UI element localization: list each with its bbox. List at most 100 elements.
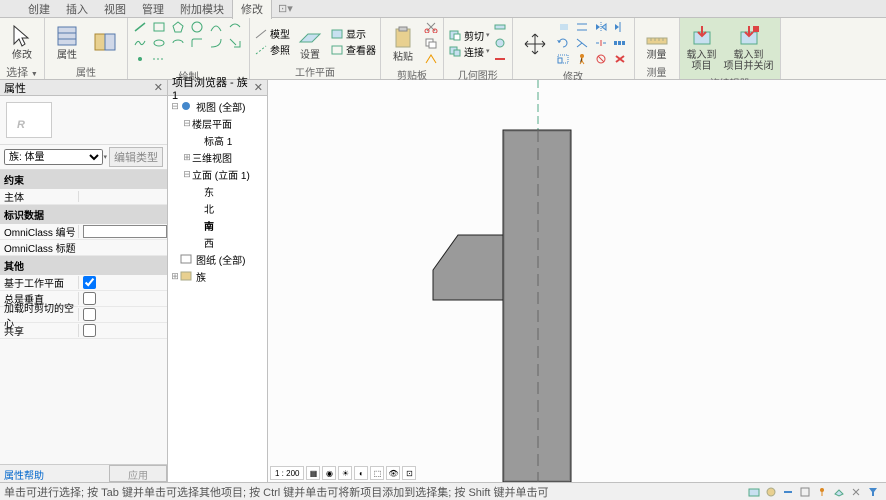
detail-level-icon[interactable]: ▦ <box>306 466 320 480</box>
filter-icon[interactable] <box>866 485 880 499</box>
select-pinned-icon[interactable] <box>815 485 829 499</box>
shadows-icon[interactable]: ◐ <box>354 466 368 480</box>
tree-elevations[interactable]: ⊟立面 (立面 1) <box>170 166 265 183</box>
tab-insert[interactable]: 插入 <box>58 0 96 19</box>
scale-button[interactable]: 1 : 200 <box>270 466 304 480</box>
identity-section[interactable]: 标识数据 <box>0 205 167 224</box>
tree-floor-plans[interactable]: ⊟楼层平面 <box>170 115 265 132</box>
offset-icon[interactable] <box>574 20 590 34</box>
tree-north[interactable]: 北 <box>170 200 265 217</box>
crop-icon[interactable]: ⬚ <box>370 466 384 480</box>
properties-close-icon[interactable]: ✕ <box>154 81 163 94</box>
reveal-icon[interactable]: ⊡ <box>402 466 416 480</box>
tree-3d-views[interactable]: ⊞三维视图 <box>170 149 265 166</box>
point-icon[interactable] <box>132 52 148 66</box>
ref-icon[interactable] <box>151 52 167 66</box>
arc-icon[interactable] <box>208 20 224 34</box>
tree-views[interactable]: ⊟视图 (全部) <box>170 98 265 115</box>
ribbon-minimize-icon[interactable]: ⊡▾ <box>278 2 292 16</box>
cut-voids-checkbox[interactable] <box>83 308 96 321</box>
tree-families[interactable]: ⊞族 <box>170 268 265 285</box>
fillet-icon[interactable] <box>189 36 205 50</box>
align-icon[interactable] <box>555 20 571 34</box>
workplane-based-checkbox[interactable] <box>83 276 96 289</box>
unpin-icon[interactable] <box>593 52 609 66</box>
array-icon[interactable] <box>612 36 628 50</box>
model-line-button[interactable]: 模型 <box>254 26 290 41</box>
demolish-icon[interactable] <box>492 52 508 66</box>
select-links-icon[interactable] <box>781 485 795 499</box>
bracket-shape[interactable] <box>433 235 503 300</box>
select-face-icon[interactable] <box>832 485 846 499</box>
properties-palette-button[interactable]: 属性 <box>49 20 85 63</box>
host-input[interactable] <box>83 191 167 202</box>
scale-icon[interactable] <box>555 52 571 66</box>
rotate-icon[interactable] <box>555 36 571 50</box>
constraints-section[interactable]: 约束 <box>0 170 167 189</box>
select-dropdown[interactable]: 选择 ▼ <box>4 63 40 81</box>
load-into-project-button[interactable]: 载入到 项目 <box>684 20 720 74</box>
measure-button[interactable]: 测量 <box>639 20 675 63</box>
tab-addins[interactable]: 附加模块 <box>172 0 232 19</box>
select-underlay-icon[interactable] <box>798 485 812 499</box>
family-types-button[interactable] <box>87 26 123 58</box>
load-close-button[interactable]: 载入到 项目并关闭 <box>722 20 776 74</box>
ref-line-button[interactable]: 参照 <box>254 42 290 57</box>
set-workplane-button[interactable]: 设置 <box>292 20 328 63</box>
tab-modify[interactable]: 修改 <box>232 0 272 19</box>
modify-button[interactable]: 修改 <box>4 20 40 63</box>
edit-type-button[interactable]: 编辑类型 <box>109 147 163 167</box>
ellipse-icon[interactable] <box>151 36 167 50</box>
canvas[interactable]: 1 : 200 ▦ ◉ ☀ ◐ ⬚ 👁 ⊡ <box>268 80 886 482</box>
mirror2-icon[interactable] <box>612 20 628 34</box>
tab-manage[interactable]: 管理 <box>134 0 172 19</box>
worksets-icon[interactable] <box>747 485 761 499</box>
spline-icon[interactable] <box>132 36 148 50</box>
circle-icon[interactable] <box>189 20 205 34</box>
line-icon[interactable] <box>132 20 148 34</box>
split-face-icon[interactable] <box>492 36 508 50</box>
tree-sheets[interactable]: 图纸 (全部) <box>170 251 265 268</box>
delete-icon[interactable] <box>612 52 628 66</box>
browser-close-icon[interactable]: ✕ <box>254 81 263 94</box>
always-vertical-checkbox[interactable] <box>83 292 96 305</box>
tab-create[interactable]: 创建 <box>20 0 58 19</box>
tree-east[interactable]: 东 <box>170 183 265 200</box>
hide-icon[interactable]: 👁 <box>386 466 400 480</box>
trim-icon[interactable] <box>574 36 590 50</box>
sun-path-icon[interactable]: ☀ <box>338 466 352 480</box>
shared-checkbox[interactable] <box>83 324 96 337</box>
pick-line-icon[interactable] <box>227 36 243 50</box>
properties-help-link[interactable]: 属性帮助 <box>0 465 109 482</box>
cut-geometry-button[interactable]: 剪切 ▾ <box>448 28 490 43</box>
move-button[interactable] <box>517 28 553 60</box>
match-icon[interactable] <box>423 52 439 66</box>
pin-icon[interactable] <box>574 52 590 66</box>
mirror-icon[interactable] <box>593 20 609 34</box>
cope-icon[interactable] <box>492 20 508 34</box>
show-workplane-button[interactable]: 显示 <box>330 26 376 41</box>
rect-icon[interactable] <box>151 20 167 34</box>
tree-south[interactable]: 南 <box>170 217 265 234</box>
viewer-button[interactable]: 查看器 <box>330 42 376 57</box>
paste-button[interactable]: 粘贴 <box>385 22 421 65</box>
split-icon[interactable] <box>593 36 609 50</box>
tree-west[interactable]: 西 <box>170 234 265 251</box>
family-type-select[interactable]: 族: 体量 <box>4 149 103 165</box>
half-ellipse-icon[interactable] <box>170 36 186 50</box>
omni-number-input[interactable] <box>83 225 167 238</box>
tree-level1[interactable]: 标高 1 <box>170 132 265 149</box>
cut-icon[interactable] <box>423 20 439 34</box>
svg-text:R: R <box>17 119 25 131</box>
arc2-icon[interactable] <box>227 20 243 34</box>
polygon-icon[interactable] <box>170 20 186 34</box>
join-geometry-button[interactable]: 连接 ▾ <box>448 44 490 59</box>
editable-only-icon[interactable] <box>764 485 778 499</box>
copy-icon[interactable] <box>423 36 439 50</box>
tangent-arc-icon[interactable] <box>208 36 224 50</box>
other-section[interactable]: 其他 <box>0 256 167 275</box>
apply-button[interactable]: 应用 <box>109 465 167 482</box>
tab-view[interactable]: 视图 <box>96 0 134 19</box>
drag-icon[interactable] <box>849 485 863 499</box>
visual-style-icon[interactable]: ◉ <box>322 466 336 480</box>
